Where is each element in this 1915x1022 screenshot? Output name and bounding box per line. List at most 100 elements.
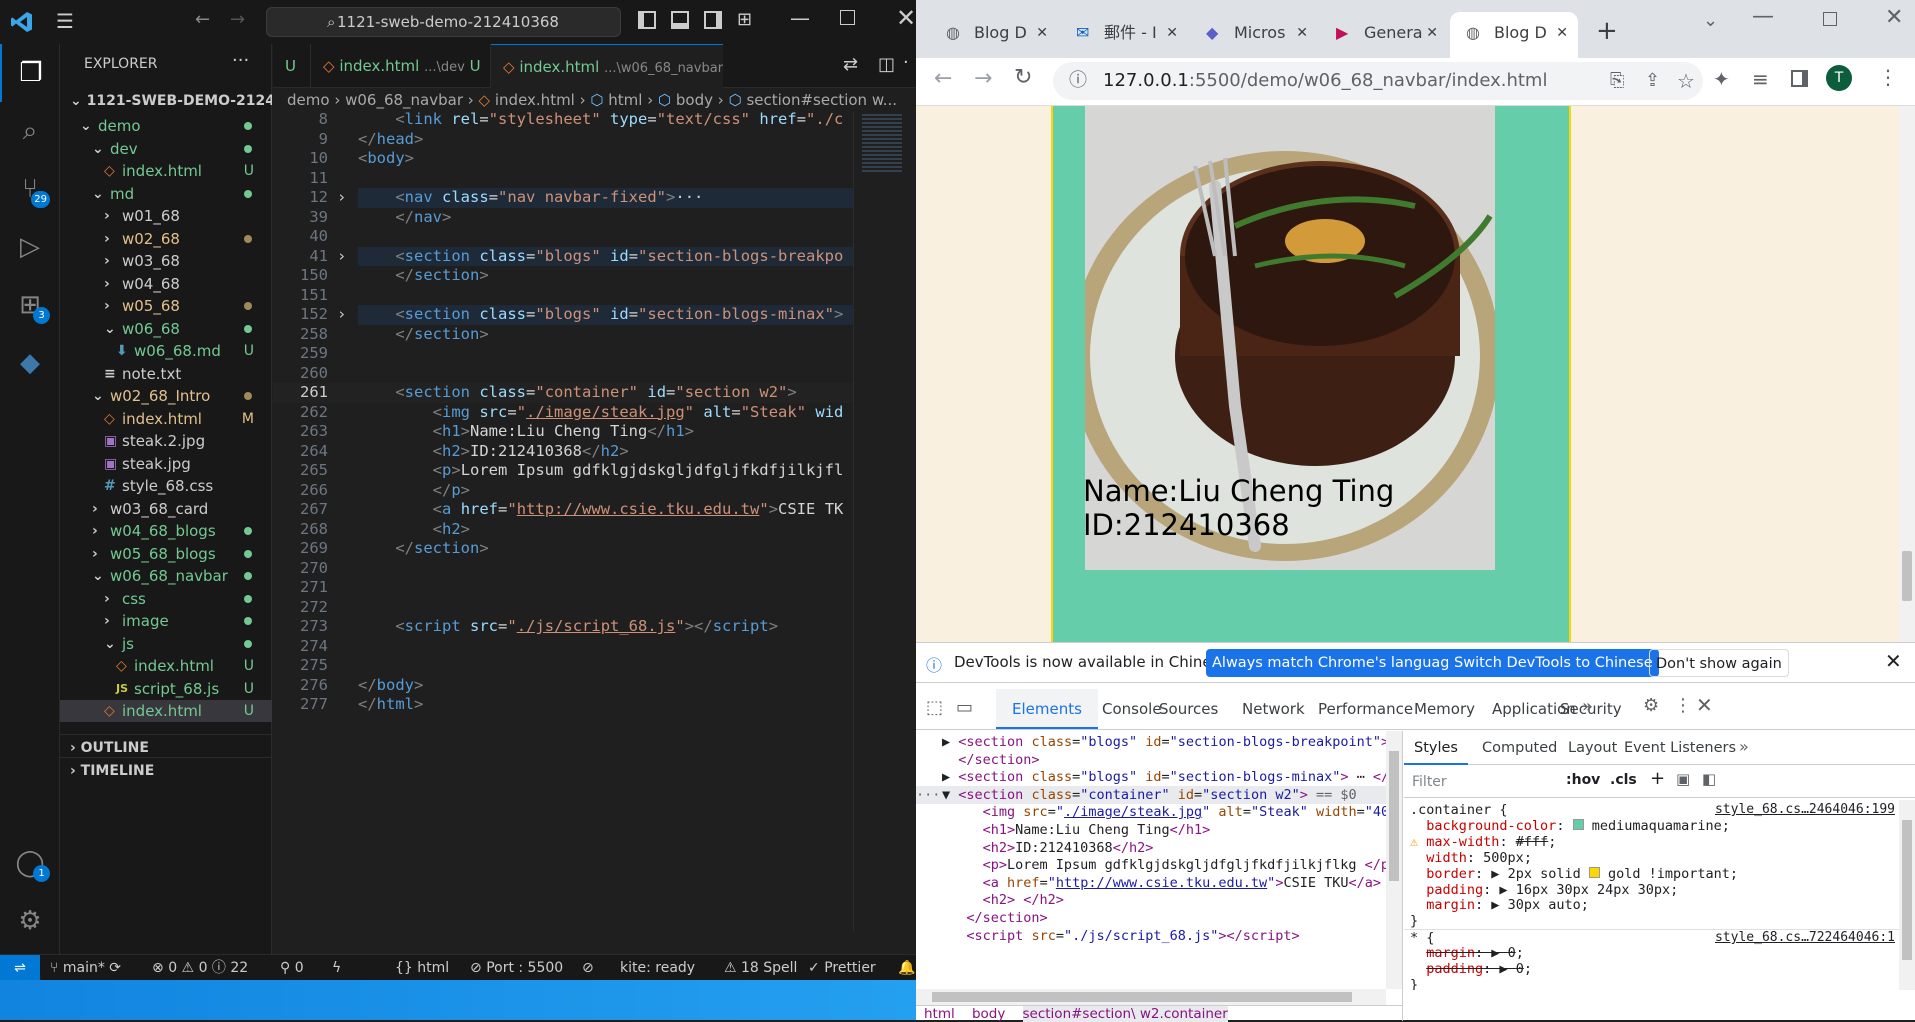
styles-scrollbar[interactable] xyxy=(1899,800,1915,990)
computed-sidebar-icon[interactable]: ◧ xyxy=(1702,770,1716,788)
settings-gear-icon[interactable]: ⚙ xyxy=(0,892,60,950)
dom-node-line[interactable]: <script src="./js/script_68.js"></script… xyxy=(916,927,1386,945)
code-line[interactable]: 273 <script src="./js/script_68.js"></sc… xyxy=(273,617,853,637)
dom-node-line[interactable]: <a href="http://www.csie.tku.edu.tw">CSI… xyxy=(916,874,1386,892)
branch-status[interactable]: ⑂ main* ⟳ xyxy=(50,955,121,981)
tree-file[interactable]: ◇ index.html U xyxy=(60,700,272,722)
switch-chinese-button[interactable]: Switch DevTools to Chinese xyxy=(1448,649,1659,677)
code-line[interactable]: 276 </body> xyxy=(273,676,853,696)
search-view-icon[interactable]: ⌕ xyxy=(0,102,60,160)
devtools-tab[interactable]: Network xyxy=(1242,689,1305,729)
menu-icon[interactable]: ☰ xyxy=(56,9,74,33)
profile-avatar[interactable]: T xyxy=(1826,65,1852,91)
styles-pane-tab[interactable]: Styles xyxy=(1404,731,1468,765)
timeline-section[interactable]: › TIMELINE xyxy=(60,757,272,784)
tree-file[interactable]: ≡ note.txt xyxy=(60,363,272,385)
translate-icon[interactable]: ⎘ xyxy=(1610,62,1624,100)
tree-folder[interactable]: › w03_68_card xyxy=(60,498,272,520)
code-line[interactable]: 11 xyxy=(273,169,853,189)
close-tab-icon[interactable]: ✕ xyxy=(1556,12,1568,54)
device-toolbar-icon[interactable]: ▭ xyxy=(956,697,973,718)
elements-hscrollbar[interactable] xyxy=(916,989,1386,1005)
omnibox[interactable]: ⓘ 127.0.0.1:5500/demo/w06_68_navbar/inde… xyxy=(1053,62,1703,100)
devtools-tab[interactable]: Sources xyxy=(1159,689,1218,729)
code-line[interactable]: 264 <h2>ID:212410368</h2> xyxy=(273,442,853,462)
restore-window-icon[interactable] xyxy=(1823,12,1837,26)
forward-icon[interactable]: → xyxy=(974,66,992,91)
devtools-menu-icon[interactable]: ⋮ xyxy=(1674,695,1692,716)
maximize-icon[interactable] xyxy=(840,10,855,25)
explorer-icon[interactable]: ❐ xyxy=(0,44,60,102)
dom-node-line[interactable]: <h2> </h2> xyxy=(916,891,1386,909)
css-rule-selector[interactable]: * {style_68.cs…722464046:1 xyxy=(1404,929,1899,946)
code-line[interactable]: 261 <section class="container" id="secti… xyxy=(273,383,853,403)
tree-file[interactable]: ◇ index.html U xyxy=(60,160,272,182)
tree-folder[interactable]: › w02_68 xyxy=(60,228,272,250)
split-editor-icon[interactable]: ◫ xyxy=(878,54,895,75)
code-line[interactable]: 266 </p> xyxy=(273,481,853,501)
tree-folder[interactable]: ⌄ js xyxy=(60,633,272,655)
command-center-search[interactable]: ⌕ 1121-sweb-demo-212410368 xyxy=(266,7,621,37)
code-line[interactable]: 151 xyxy=(273,286,853,306)
tree-file[interactable]: ◇ index.html M xyxy=(60,408,272,430)
share-icon[interactable]: ⇪ xyxy=(1645,62,1660,100)
code-line[interactable]: 277 </html> xyxy=(273,695,853,715)
minimize-window-icon[interactable]: — xyxy=(1752,4,1774,29)
tree-file[interactable]: ▣ steak.2.jpg xyxy=(60,430,272,452)
close-tab-icon[interactable]: ✕ xyxy=(1036,12,1048,54)
code-line[interactable]: 10 <body> xyxy=(273,149,853,169)
close-tab-icon[interactable]: ✕ xyxy=(1296,12,1308,54)
code-line[interactable]: 259 xyxy=(273,344,853,364)
editor-tab-3-active[interactable]: ◇ index.html ...\w06_68_navbar U ✕ xyxy=(491,44,723,89)
toggle-panel-icon[interactable] xyxy=(671,11,689,29)
breadcrumb-item[interactable]: w06_68_navbar xyxy=(345,91,463,109)
css-source-link[interactable]: style_68.cs…2464046:199 xyxy=(1715,802,1895,818)
tree-folder[interactable]: › image xyxy=(60,610,272,632)
dont-show-again-button[interactable]: Don't show again xyxy=(1649,649,1789,677)
tree-folder[interactable]: ⌄ md xyxy=(60,183,272,205)
tree-folder[interactable]: › w03_68 xyxy=(60,250,272,272)
python-icon[interactable]: ◆ xyxy=(0,334,60,392)
match-language-button[interactable]: Always match Chrome's language xyxy=(1206,649,1465,677)
code-line[interactable]: 272 xyxy=(273,598,853,618)
code-line[interactable]: 260 xyxy=(273,364,853,384)
remote-icon[interactable]: ⇌ xyxy=(0,955,40,981)
code-editor[interactable]: 8 <link rel="stylesheet" type="text/css"… xyxy=(273,112,853,932)
css-declaration[interactable]: padding: ▶ 16px 30px 24px 30px; xyxy=(1404,882,1899,898)
code-line[interactable]: 258 </section> xyxy=(273,325,853,345)
forward-arrow-icon[interactable]: → xyxy=(230,9,245,30)
devtools-tab[interactable]: Memory xyxy=(1414,689,1475,729)
devtools-tab[interactable]: Performance xyxy=(1318,689,1413,729)
css-declaration[interactable]: margin: ▶ 30px auto; xyxy=(1404,897,1899,913)
more-panes-icon[interactable]: » xyxy=(1739,737,1749,756)
tree-folder[interactable]: ⌄ w06_68 xyxy=(60,318,272,340)
tree-file[interactable]: ▣ steak.jpg xyxy=(60,453,272,475)
bell-off-icon[interactable]: ⊘ xyxy=(582,955,594,981)
tree-folder[interactable]: ⌄ dev xyxy=(60,138,272,160)
extensions-icon[interactable]: ⊞ 3 xyxy=(0,276,60,334)
devtools-close-icon[interactable]: ✕ xyxy=(1696,693,1713,717)
dom-node-line[interactable]: <h1>Name:Liu Cheng Ting</h1> xyxy=(916,821,1386,839)
code-line[interactable]: 275 xyxy=(273,656,853,676)
code-line[interactable]: 41 › <section class="blogs" id="section-b… xyxy=(273,246,853,266)
new-tab-button[interactable]: + xyxy=(1596,16,1618,46)
close-window-icon[interactable]: ✕ xyxy=(1885,5,1903,30)
page-scrollbar[interactable] xyxy=(1899,106,1915,642)
browser-tab[interactable]: ◍ Blog D ✕ xyxy=(1450,12,1578,58)
devtools-settings-icon[interactable]: ⚙ xyxy=(1643,695,1659,716)
tree-folder[interactable]: › w04_68_blogs xyxy=(60,520,272,542)
code-line[interactable]: 9 </head> xyxy=(273,130,853,150)
browser-tab[interactable]: ▶ Genera ✕ xyxy=(1320,12,1448,54)
tree-folder[interactable]: › w05_68_blogs xyxy=(60,543,272,565)
fold-chevron-icon[interactable]: › xyxy=(337,305,346,325)
breadcrumb-item[interactable]: demo xyxy=(287,91,330,109)
breadcrumb-item[interactable]: index.html xyxy=(495,91,575,109)
kite-status[interactable]: kite: ready xyxy=(620,955,695,981)
code-line[interactable]: 274 xyxy=(273,637,853,657)
reload-icon[interactable]: ↻ xyxy=(1014,65,1032,90)
browser-tab[interactable]: ◆ Micros ✕ xyxy=(1190,12,1318,54)
code-line[interactable]: 262 <img src="./image/steak.jpg" alt="St… xyxy=(273,403,853,423)
styles-filter-input[interactable]: Filter xyxy=(1412,774,1447,790)
back-icon[interactable]: ← xyxy=(934,66,952,91)
elements-scrollbar[interactable] xyxy=(1386,731,1402,989)
